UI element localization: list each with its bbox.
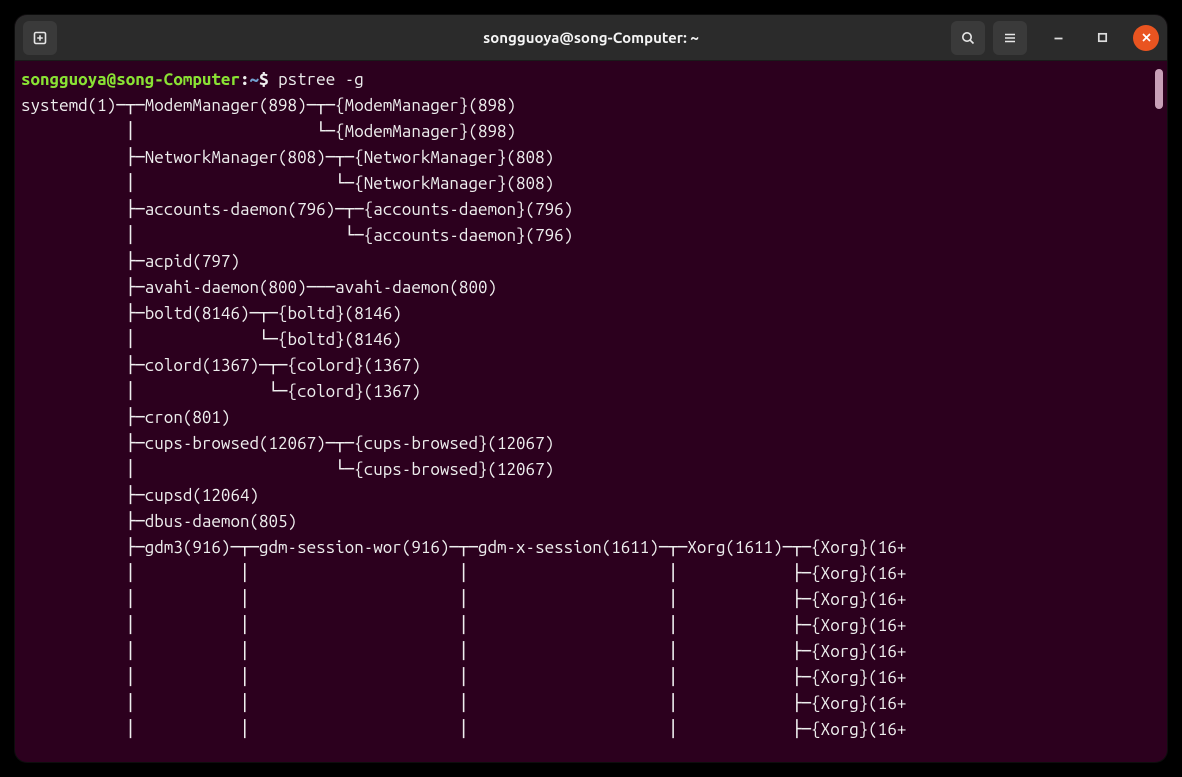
pstree-output: systemd(1)─┬─ModemManager(898)─┬─{ModemM…	[21, 96, 906, 739]
hamburger-icon	[1002, 30, 1018, 46]
search-icon	[960, 30, 976, 46]
prompt-user-host: songguoya@song-Computer	[21, 70, 240, 89]
new-tab-button[interactable]	[23, 21, 57, 55]
terminal-content: songguoya@song-Computer:~$ pstree -g sys…	[21, 67, 1167, 743]
terminal-window: songguoya@song-Computer: ~	[15, 15, 1167, 762]
prompt-separator: :	[240, 70, 250, 89]
menu-button[interactable]	[993, 21, 1027, 55]
scrollbar-thumb[interactable]	[1155, 69, 1163, 109]
minimize-icon	[1053, 32, 1064, 43]
maximize-button[interactable]	[1089, 25, 1115, 51]
command-text: pstree -g	[278, 70, 364, 89]
close-button[interactable]	[1133, 25, 1159, 51]
minimize-button[interactable]	[1045, 25, 1071, 51]
new-tab-icon	[32, 30, 48, 46]
prompt-path: ~	[250, 70, 260, 89]
terminal-area[interactable]: songguoya@song-Computer:~$ pstree -g sys…	[15, 61, 1167, 762]
close-icon	[1141, 32, 1152, 43]
search-button[interactable]	[951, 21, 985, 55]
prompt-symbol: $	[259, 70, 269, 89]
maximize-icon	[1097, 32, 1108, 43]
titlebar: songguoya@song-Computer: ~	[15, 15, 1167, 61]
